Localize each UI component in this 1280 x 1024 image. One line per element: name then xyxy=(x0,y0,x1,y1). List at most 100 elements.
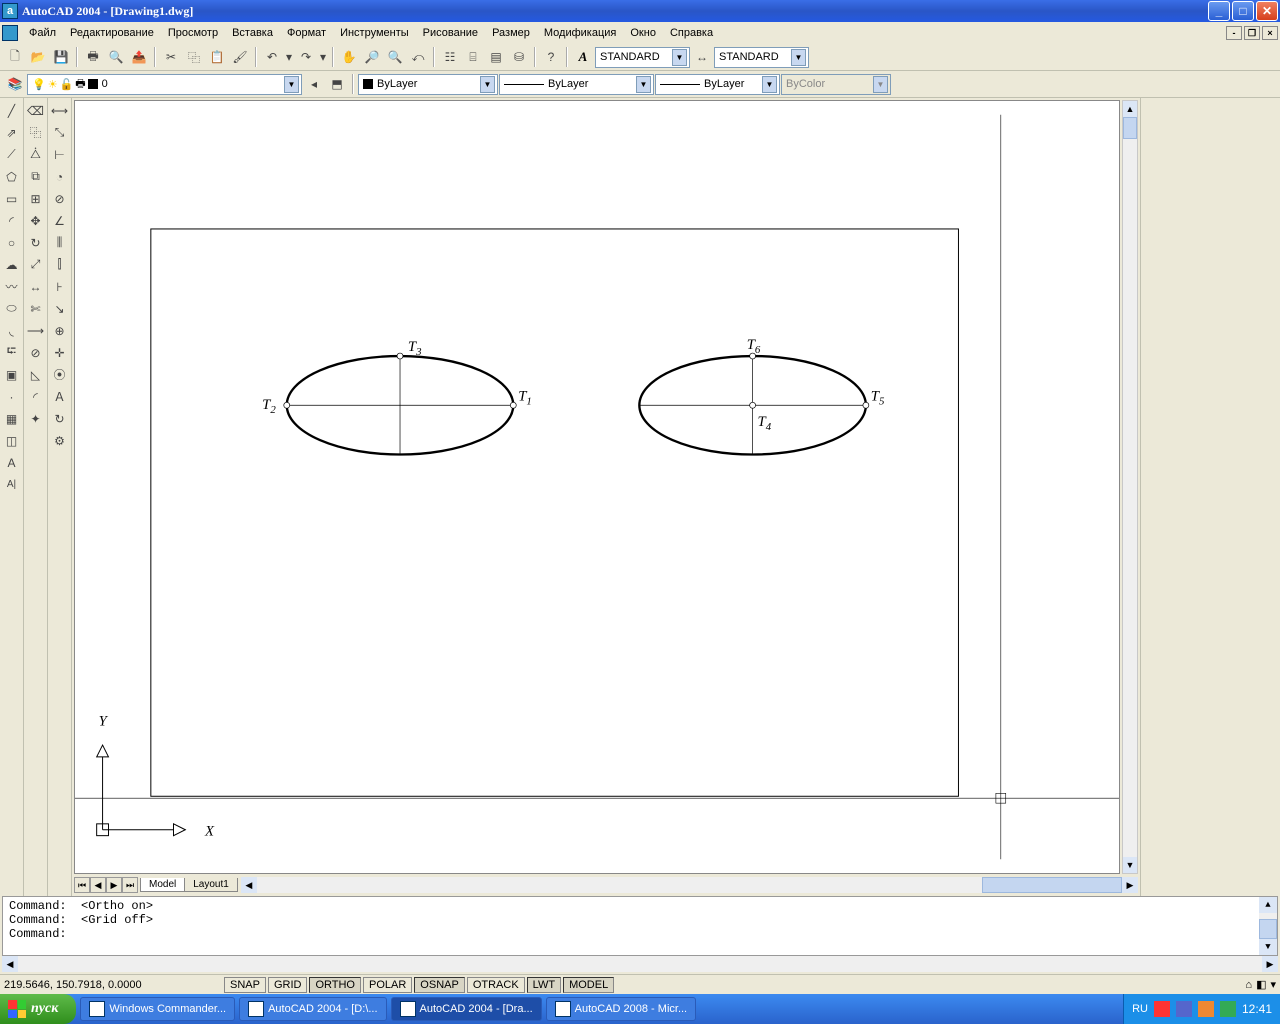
minimize-button[interactable]: _ xyxy=(1208,1,1230,21)
textstyle-icon[interactable]: A xyxy=(572,46,594,68)
revcloud-icon[interactable]: ☁ xyxy=(1,254,22,275)
menu-tools[interactable]: Инструменты xyxy=(333,25,416,41)
erase-icon[interactable]: ⌫ xyxy=(25,100,46,121)
close-button[interactable]: ✕ xyxy=(1256,1,1278,21)
dimtedit-icon[interactable]: Ａ xyxy=(49,386,70,407)
new-icon[interactable]: 🗋 xyxy=(4,46,26,68)
dimdia-icon[interactable]: ⊘ xyxy=(49,188,70,209)
menu-modify[interactable]: Модификация xyxy=(537,25,624,41)
tray-icon[interactable]: ◧ xyxy=(1256,978,1266,991)
lineweight-dropdown[interactable]: ByLayer ▼ xyxy=(655,74,780,95)
cut-icon[interactable]: ✂ xyxy=(160,46,182,68)
dimcont-icon[interactable]: ⊦ xyxy=(49,276,70,297)
arc-icon[interactable]: ◜ xyxy=(1,210,22,231)
command-text[interactable]: Command: <Ortho on> Command: <Grid off> … xyxy=(3,897,1259,955)
textstyle-dropdown[interactable]: STANDARD ▼ xyxy=(595,47,690,68)
tray-icon[interactable] xyxy=(1198,1001,1214,1017)
toggle-otrack[interactable]: OTRACK xyxy=(467,977,525,993)
tray-icon[interactable] xyxy=(1220,1001,1236,1017)
toggle-osnap[interactable]: OSNAP xyxy=(414,977,465,993)
taskbar-item[interactable]: AutoCAD 2004 - [D:\... xyxy=(239,997,386,1021)
rotate-icon[interactable]: ↻ xyxy=(25,232,46,253)
ellipsearc-icon[interactable]: ◟ xyxy=(1,320,22,341)
stretch-icon[interactable]: ↔ xyxy=(25,276,46,297)
lang-indicator[interactable]: RU xyxy=(1132,1003,1148,1015)
coordinates[interactable]: 219.5646, 150.7918, 0.0000 xyxy=(4,979,224,991)
scroll-right-icon[interactable]: ▶ xyxy=(1262,956,1278,972)
scroll-thumb[interactable] xyxy=(1123,117,1137,139)
centermark-icon[interactable]: ✛ xyxy=(49,342,70,363)
dimang-icon[interactable]: ∠ xyxy=(49,210,70,231)
tray-expand-icon[interactable]: ▾ xyxy=(1270,978,1276,991)
dimedit-icon[interactable]: ⦿ xyxy=(49,364,70,385)
trim-icon[interactable]: ✄ xyxy=(25,298,46,319)
help-icon[interactable]: ? xyxy=(540,46,562,68)
tab-prev-icon[interactable]: ◀ xyxy=(90,877,106,893)
scroll-up-icon[interactable]: ▲ xyxy=(1259,897,1277,913)
tab-next-icon[interactable]: ▶ xyxy=(106,877,122,893)
taskbar-item[interactable]: AutoCAD 2008 - Micr... xyxy=(546,997,697,1021)
fillet-icon[interactable]: ◜ xyxy=(25,386,46,407)
redo-dd-icon[interactable]: ▾ xyxy=(318,46,328,68)
dimbase-icon[interactable]: ⫿ xyxy=(49,254,70,275)
array-icon[interactable]: ⊞ xyxy=(25,188,46,209)
polygon-icon[interactable]: ⬠ xyxy=(1,166,22,187)
block-icon[interactable]: ▣ xyxy=(1,364,22,385)
menu-view[interactable]: Просмотр xyxy=(161,25,225,41)
copy-icon[interactable]: ⿻ xyxy=(183,46,205,68)
command-window[interactable]: Command: <Ortho on> Command: <Grid off> … xyxy=(2,896,1278,956)
mirror-icon[interactable]: ⧊ xyxy=(25,144,46,165)
dimord-icon[interactable]: ⊢ xyxy=(49,144,70,165)
layerstate-icon[interactable]: ⬒ xyxy=(326,73,348,95)
menu-window[interactable]: Окно xyxy=(623,25,663,41)
matchprop-icon[interactable]: 🖌 xyxy=(229,46,251,68)
color-dropdown[interactable]: ByLayer ▼ xyxy=(358,74,498,95)
clock[interactable]: 12:41 xyxy=(1242,1002,1272,1016)
menu-format[interactable]: Формат xyxy=(280,25,333,41)
save-icon[interactable]: 💾 xyxy=(50,46,72,68)
leader-icon[interactable]: ↘ xyxy=(49,298,70,319)
drawing-canvas[interactable]: T2 T1 T3 T4 T5 T6 xyxy=(74,100,1120,874)
zoomwin-icon[interactable]: 🔍 xyxy=(384,46,406,68)
insert-icon[interactable]: ⮓ xyxy=(1,342,22,363)
scroll-right-icon[interactable]: ▶ xyxy=(1122,877,1138,893)
maximize-button[interactable]: □ xyxy=(1232,1,1254,21)
layer-dropdown[interactable]: 💡☀🔓🖶 0 ▼ xyxy=(27,74,302,95)
tab-first-icon[interactable]: ⏮ xyxy=(74,877,90,893)
redo-icon[interactable]: ↷ xyxy=(295,46,317,68)
layermgr-icon[interactable]: 📚 xyxy=(4,73,26,95)
move-icon[interactable]: ✥ xyxy=(25,210,46,231)
zoomprev-icon[interactable]: ⤺ xyxy=(407,46,429,68)
mtext-icon[interactable]: A xyxy=(1,452,22,473)
properties-icon[interactable]: ☷ xyxy=(439,46,461,68)
tray-icon[interactable]: ⌂ xyxy=(1245,979,1252,991)
start-button[interactable]: пуск xyxy=(0,994,76,1024)
dimstyle-btn-icon[interactable]: ⚙ xyxy=(49,430,70,451)
menu-help[interactable]: Справка xyxy=(663,25,720,41)
undo-icon[interactable]: ↶ xyxy=(261,46,283,68)
mdi-close[interactable]: × xyxy=(1262,26,1278,40)
tolerance-icon[interactable]: ⊕ xyxy=(49,320,70,341)
qdim-icon[interactable]: ⫼ xyxy=(49,232,70,253)
toggle-model[interactable]: MODEL xyxy=(563,977,614,993)
copy-obj-icon[interactable]: ⿻ xyxy=(25,122,46,143)
toggle-polar[interactable]: POLAR xyxy=(363,977,412,993)
hatch-icon[interactable]: ▦ xyxy=(1,408,22,429)
command-vscroll[interactable]: ▲ ▼ xyxy=(1259,897,1277,955)
region-icon[interactable]: ◫ xyxy=(1,430,22,451)
dbconnect-icon[interactable]: ⛁ xyxy=(508,46,530,68)
chamfer-icon[interactable]: ◺ xyxy=(25,364,46,385)
print-icon[interactable]: 🖶 xyxy=(82,46,104,68)
xline-icon[interactable]: ⇗ xyxy=(1,122,22,143)
open-icon[interactable]: 📂 xyxy=(27,46,49,68)
dimupdate-icon[interactable]: ↻ xyxy=(49,408,70,429)
circle-icon[interactable]: ○ xyxy=(1,232,22,253)
toggle-lwt[interactable]: LWT xyxy=(527,977,561,993)
scroll-down-icon[interactable]: ▼ xyxy=(1259,939,1277,955)
offset-icon[interactable]: ⧉ xyxy=(25,166,46,187)
horizontal-scrollbar[interactable]: ◀ ▶ xyxy=(241,877,1138,893)
pline-icon[interactable]: ⟋ xyxy=(1,144,22,165)
undo-dd-icon[interactable]: ▾ xyxy=(284,46,294,68)
toggle-snap[interactable]: SNAP xyxy=(224,977,266,993)
dimstyle-dropdown[interactable]: STANDARD ▼ xyxy=(714,47,809,68)
